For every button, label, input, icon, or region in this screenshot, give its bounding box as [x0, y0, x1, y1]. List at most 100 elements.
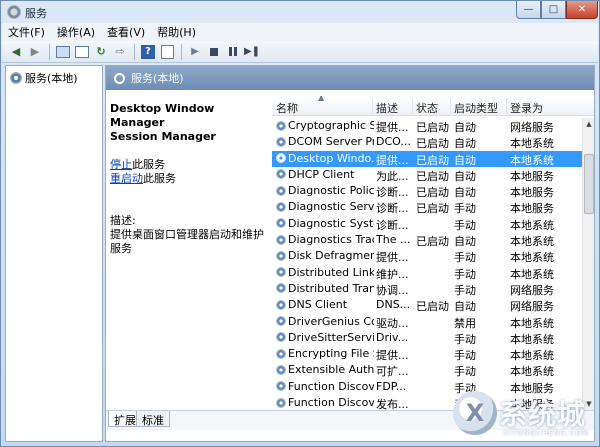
- help-icon[interactable]: ?: [140, 44, 156, 60]
- service-name-cell: DHCP Client: [276, 168, 374, 181]
- service-name: Distributed Link ...: [288, 265, 374, 279]
- table-row[interactable]: Diagnostic Polic...诊断... 已启动自动 本地服务: [272, 183, 582, 199]
- column-divider[interactable]: [506, 98, 507, 114]
- scroll-up-icon[interactable]: ▲: [583, 118, 595, 130]
- service-name-cell: Extensible Authe...: [276, 363, 374, 376]
- service-name-cell: Diagnostic Servi...: [276, 200, 374, 213]
- selected-service-name: Desktop Window Manager Session Manager: [110, 102, 216, 143]
- service-description-cell: DCO...: [376, 135, 410, 149]
- service-gear-icon: [276, 299, 286, 310]
- menu-action[interactable]: 操作(A): [57, 24, 95, 40]
- list-header: ▲ 名称 描述 状态 启动类型 登录为: [272, 96, 594, 116]
- start-service-icon[interactable]: ▶: [187, 44, 203, 60]
- service-status-cell: 已启动: [416, 169, 449, 183]
- service-name: DHCP Client: [288, 167, 355, 181]
- pause-service-icon[interactable]: [225, 44, 241, 60]
- watermark-subtext: XITONGCHENG.COM: [503, 429, 590, 437]
- tab-standard[interactable]: 标准: [136, 411, 170, 427]
- table-row[interactable]: Diagnostic Servi...诊断... 已启动手动 本地服务: [272, 199, 582, 215]
- service-status-cell: 已启动: [416, 235, 449, 249]
- menu-help[interactable]: 帮助(H): [157, 24, 196, 40]
- column-header-status[interactable]: 状态: [416, 100, 438, 116]
- export-list-icon[interactable]: ⇨: [112, 44, 128, 60]
- service-gear-icon: [276, 218, 286, 229]
- watermark-text: 系统城: [499, 398, 587, 431]
- console-tree-icon[interactable]: [55, 44, 71, 60]
- vertical-scrollbar[interactable]: ▲ ▼: [582, 118, 594, 410]
- menu-view[interactable]: 查看(V): [107, 24, 145, 40]
- table-row[interactable]: DriveSitterServiceDriv... 手动 本地系统: [272, 330, 582, 346]
- toolbar: ◀ ▶ ↻ ⇨ ? ▶ ▶❚: [2, 41, 598, 63]
- column-header-log-on-as[interactable]: 登录为: [510, 100, 543, 116]
- minimize-button[interactable]: —: [516, 1, 541, 19]
- toolbar-separator: [181, 43, 182, 60]
- column-divider[interactable]: [450, 98, 451, 114]
- table-row[interactable]: Distributed Tran...协调... 手动 网络服务: [272, 281, 582, 297]
- search-icon: [114, 72, 125, 84]
- table-row[interactable]: Encrypting File S...提供... 手动 本地系统: [272, 346, 582, 362]
- service-name-cell: Distributed Tran...: [276, 282, 374, 295]
- service-startup-type-cell: 手动: [454, 251, 476, 265]
- table-row[interactable]: DriverGenius Co...驱动... 禁用 本地系统: [272, 314, 582, 330]
- watermark: X 系统城 XITONGCHENG.COM: [453, 389, 599, 445]
- service-description-cell: 协调...: [376, 283, 409, 297]
- restart-service-link[interactable]: 重启动: [110, 172, 143, 185]
- restart-service-icon[interactable]: ▶❚: [244, 44, 260, 60]
- service-gear-icon: [276, 381, 286, 392]
- service-description-cell: 提供...: [376, 251, 409, 265]
- service-gear-icon: [276, 185, 286, 196]
- console-tree: 服务(本地): [5, 65, 103, 442]
- service-logon-cell: 本地服务: [510, 169, 554, 183]
- stop-suffix: 此服务: [132, 158, 165, 171]
- forward-arrow-icon[interactable]: ▶: [27, 44, 43, 60]
- service-startup-type-cell: 自动: [454, 137, 476, 151]
- refresh-icon[interactable]: ↻: [93, 44, 109, 60]
- service-status-cell: 已启动: [416, 300, 449, 314]
- column-header-name[interactable]: 名称: [276, 100, 298, 116]
- table-row[interactable]: DCOM Server Pr...DCO... 已启动自动 本地系统: [272, 134, 582, 150]
- scrollbar-thumb[interactable]: [584, 154, 594, 214]
- properties-icon[interactable]: [159, 44, 175, 60]
- table-row[interactable]: Extensible Authe...可扩... 手动 本地系统: [272, 362, 582, 378]
- service-actions: 停止此服务 重启动此服务: [110, 158, 270, 186]
- service-gear-icon: [276, 169, 286, 180]
- tree-item-services-local[interactable]: 服务(本地): [10, 70, 78, 86]
- table-row[interactable]: DHCP Client 为此... 已启动 自动 本地服务: [272, 167, 582, 183]
- maximize-button[interactable]: □: [541, 1, 566, 19]
- back-arrow-icon[interactable]: ◀: [8, 44, 24, 60]
- table-row[interactable]: Cryptographic S...提供... 已启动自动 网络服务: [272, 118, 582, 134]
- services-gear-icon: [10, 72, 22, 84]
- column-header-description[interactable]: 描述: [376, 100, 398, 116]
- table-row[interactable]: Diagnostics Trac...The ... 已启动自动 本地系统: [272, 232, 582, 248]
- stop-service-icon[interactable]: [206, 44, 222, 60]
- show-hide-pane-icon[interactable]: [74, 44, 90, 60]
- service-startup-type-cell: 手动: [454, 202, 476, 216]
- column-divider[interactable]: [412, 98, 413, 114]
- service-name-cell: Diagnostic Syste...: [276, 217, 374, 230]
- menu-bar: 文件(F) 操作(A) 查看(V) 帮助(H): [2, 23, 598, 41]
- column-divider[interactable]: [372, 98, 373, 114]
- service-name-cell: Diagnostic Polic...: [276, 184, 374, 197]
- close-button[interactable]: ✕: [566, 1, 598, 19]
- table-row[interactable]: Disk Defragmen...提供... 手动 本地系统: [272, 248, 582, 264]
- service-gear-icon: [276, 316, 286, 327]
- service-startup-type-cell: 手动: [454, 218, 476, 232]
- column-header-startup-type[interactable]: 启动类型: [454, 100, 498, 116]
- table-row[interactable]: DNS Client DNS... 已启动 自动 网络服务: [272, 297, 582, 313]
- service-logon-cell: 网络服务: [510, 283, 554, 297]
- service-startup-type-cell: 自动: [454, 153, 476, 167]
- table-row[interactable]: Diagnostic Syste...诊断... 手动 本地系统: [272, 216, 582, 232]
- service-name-cell: DriverGenius Co...: [276, 315, 374, 328]
- service-gear-icon: [276, 234, 286, 245]
- service-startup-type-cell: 手动: [454, 267, 476, 281]
- service-startup-type-cell: 自动: [454, 235, 476, 249]
- menu-file[interactable]: 文件(F): [8, 24, 45, 40]
- table-row[interactable]: Distributed Link ...维护... 手动 本地系统: [272, 265, 582, 281]
- service-startup-type-cell: 禁用: [454, 316, 476, 330]
- service-logon-cell: 本地系统: [510, 218, 554, 232]
- services-gear-icon: [7, 5, 21, 19]
- table-row[interactable]: Desktop Windo... 提供... 已启动 自动 本地系统: [272, 150, 582, 167]
- service-description-cell: 提供...: [376, 121, 409, 134]
- service-logon-cell: 本地系统: [510, 153, 554, 167]
- stop-service-link[interactable]: 停止: [110, 158, 132, 171]
